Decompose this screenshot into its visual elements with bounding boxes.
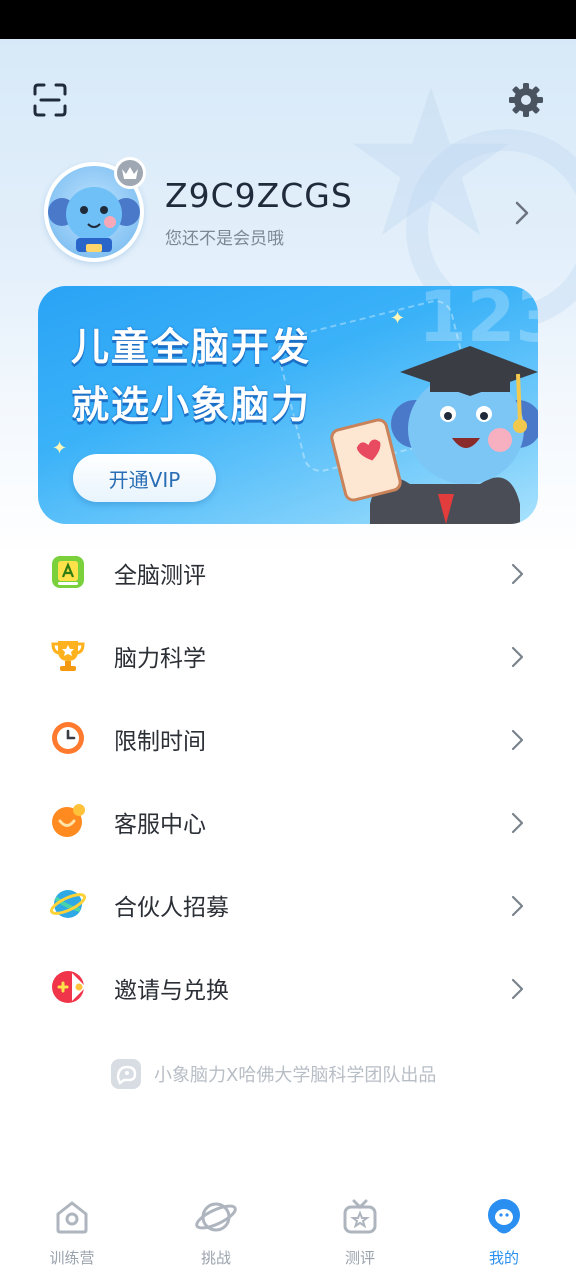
- trophy-icon: [51, 641, 85, 671]
- tab-label: 测评: [344, 1249, 375, 1267]
- planet-icon: [50, 890, 86, 918]
- banner-title-line1: 儿童全脑开发: [71, 325, 312, 369]
- crown-icon: [122, 167, 138, 179]
- profile-elephant-icon: [488, 1199, 520, 1234]
- scan-button[interactable]: [30, 80, 70, 120]
- tab-mine[interactable]: 我的: [454, 1195, 554, 1275]
- profile-card[interactable]: Z9C9ZCGS 您还不是会员哦: [44, 157, 544, 265]
- chevron-right-icon: [511, 563, 524, 585]
- menu-label: 合伙人招募: [114, 895, 229, 921]
- menu-label: 客服中心: [114, 812, 206, 838]
- tab-challenge[interactable]: 挑战: [166, 1195, 266, 1275]
- chat-icon: [52, 804, 85, 837]
- menu-item-time-limit[interactable]: 限制时间: [0, 697, 576, 780]
- scan-icon: [33, 83, 67, 117]
- menu-item-customer-service[interactable]: 客服中心: [0, 780, 576, 863]
- home-icon: [56, 1201, 88, 1234]
- open-vip-button[interactable]: 开通VIP: [73, 454, 216, 502]
- banner-title: 儿童全脑开发 就选小象脑力: [71, 318, 311, 434]
- tab-label: 训练营: [49, 1249, 95, 1267]
- gamepad-icon: [52, 971, 86, 1003]
- settings-button[interactable]: [506, 80, 546, 120]
- menu-label: 脑力科学: [114, 646, 206, 672]
- chevron-right-icon: [511, 895, 524, 917]
- sparkle-icon: ✦: [390, 308, 406, 329]
- menu-item-assessment[interactable]: 全脑测评: [0, 531, 576, 614]
- chevron-right-icon: [511, 812, 524, 834]
- menu-label: 全脑测评: [114, 563, 206, 589]
- vip-banner[interactable]: 123 儿童全脑开发 就选小象脑力 ✦ ✦ 开通VIP: [38, 286, 538, 524]
- assessment-icon: [52, 556, 84, 588]
- brand-logo-icon: [111, 1059, 141, 1089]
- chevron-right-icon: [511, 729, 524, 751]
- status-bar: [0, 0, 576, 39]
- menu-list: 全脑测评 脑力科学 限制时间 客服中心 合伙人招募 邀请与兑换: [0, 531, 576, 1029]
- footer-credit: 小象脑力X哈佛大学脑科学团队出品: [110, 1058, 436, 1090]
- member-badge: [114, 157, 146, 189]
- menu-item-partner-recruitment[interactable]: 合伙人招募: [0, 863, 576, 946]
- menu-item-invite-redeem[interactable]: 邀请与兑换: [0, 946, 576, 1029]
- gear-icon: [509, 83, 543, 117]
- sparkle-icon: ✦: [52, 438, 68, 459]
- chevron-right-icon: [515, 201, 529, 225]
- username: Z9C9ZCGS: [165, 176, 353, 215]
- menu-label: 限制时间: [114, 729, 206, 755]
- tab-label: 我的: [488, 1249, 519, 1267]
- menu-item-brain-science[interactable]: 脑力科学: [0, 614, 576, 697]
- tv-star-icon: [343, 1199, 377, 1234]
- chevron-right-icon: [511, 646, 524, 668]
- tab-assessment[interactable]: 测评: [310, 1195, 410, 1275]
- menu-label: 邀请与兑换: [114, 978, 229, 1004]
- member-status: 您还不是会员哦: [165, 229, 284, 249]
- banner-title-line2: 就选小象脑力: [71, 383, 312, 427]
- planet-nav-icon: [195, 1202, 237, 1232]
- tab-training-camp[interactable]: 训练营: [22, 1195, 122, 1275]
- chevron-right-icon: [511, 978, 524, 1000]
- bottom-navigation: 训练营 挑战 测评 我的: [0, 1185, 576, 1280]
- graduate-elephant-mascot-icon: [330, 346, 538, 524]
- footer-credit-text: 小象脑力X哈佛大学脑科学团队出品: [154, 1065, 437, 1086]
- tab-label: 挑战: [200, 1249, 231, 1267]
- clock-icon: [52, 722, 84, 754]
